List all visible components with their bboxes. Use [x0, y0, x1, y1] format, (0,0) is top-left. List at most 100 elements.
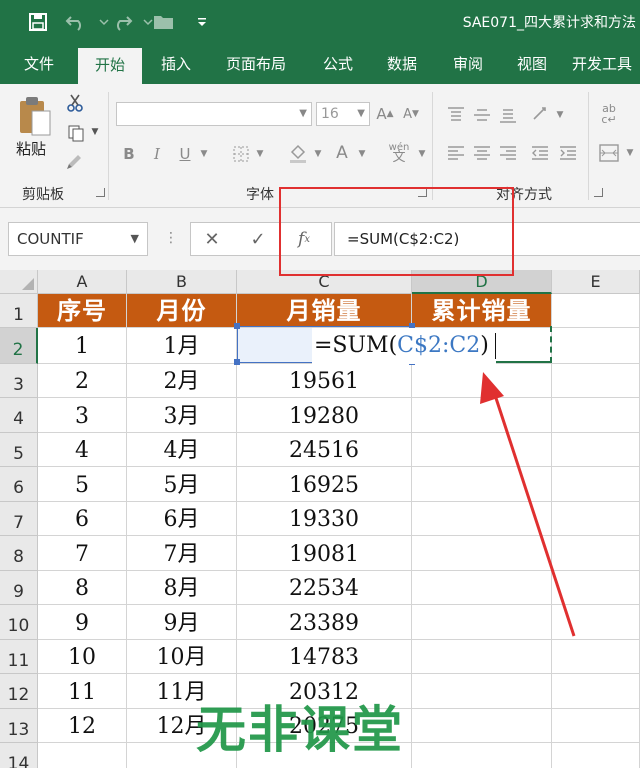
align-top-icon[interactable] [444, 104, 468, 126]
row-header-3[interactable]: 3 [0, 364, 38, 398]
column-header-e[interactable]: E [552, 270, 640, 294]
table-cell[interactable]: 6月 [127, 502, 237, 536]
save-icon[interactable] [26, 10, 50, 34]
table-cell[interactable] [412, 364, 552, 398]
table-cell[interactable] [412, 743, 552, 768]
cut-icon[interactable] [64, 92, 86, 114]
italic-icon[interactable]: I [146, 142, 168, 166]
tab-file[interactable]: 文件 [8, 44, 70, 84]
table-header-cell[interactable]: 序号 [38, 294, 127, 328]
phonetic-guide-icon[interactable]: wén 文 [384, 138, 414, 168]
row-header-14[interactable]: 14 [0, 743, 38, 768]
table-cell[interactable] [38, 743, 127, 768]
table-cell[interactable]: 11 [38, 674, 127, 709]
row-header-9[interactable]: 9 [0, 571, 38, 605]
row-header-11[interactable]: 11 [0, 640, 38, 674]
table-cell[interactable] [552, 502, 640, 536]
table-header-cell[interactable]: 月份 [127, 294, 237, 328]
align-bottom-icon[interactable] [496, 104, 520, 126]
row-header-7[interactable]: 7 [0, 502, 38, 536]
orientation-dropdown-icon[interactable]: ▼ [554, 104, 566, 126]
table-cell[interactable] [552, 328, 640, 364]
table-cell[interactable] [412, 640, 552, 674]
row-header-2[interactable]: 2 [0, 328, 38, 364]
fill-color-dropdown-icon[interactable]: ▼ [312, 142, 324, 166]
table-cell[interactable] [552, 640, 640, 674]
table-cell[interactable]: 3 [38, 398, 127, 433]
decrease-font-icon[interactable]: A ▼ [400, 102, 422, 126]
table-cell[interactable]: 19330 [237, 502, 412, 536]
row-header-1[interactable]: 1 [0, 294, 38, 328]
table-cell[interactable] [412, 571, 552, 605]
row-header-5[interactable]: 5 [0, 433, 38, 467]
table-cell[interactable] [552, 536, 640, 571]
table-cell[interactable] [412, 433, 552, 467]
customize-toolbar-icon[interactable] [190, 10, 214, 34]
table-cell[interactable]: 16925 [237, 467, 412, 502]
decrease-indent-icon[interactable] [528, 142, 552, 164]
table-cell[interactable]: 19280 [237, 398, 412, 433]
tab-developer[interactable]: 开发工具 [572, 44, 640, 84]
redo-icon[interactable] [110, 10, 134, 34]
table-header-cell[interactable]: 累计销量 [412, 294, 552, 328]
tab-data[interactable]: 数据 [374, 44, 430, 84]
align-center-icon[interactable] [470, 142, 494, 164]
row-header-8[interactable]: 8 [0, 536, 38, 571]
table-cell[interactable]: 2月 [127, 364, 237, 398]
table-cell[interactable]: 19081 [237, 536, 412, 571]
table-cell[interactable] [412, 467, 552, 502]
column-header-b[interactable]: B [127, 270, 237, 294]
table-cell[interactable] [552, 364, 640, 398]
table-cell[interactable]: 5 [38, 467, 127, 502]
table-cell[interactable]: 7 [38, 536, 127, 571]
table-cell[interactable]: 23389 [237, 605, 412, 640]
row-header-6[interactable]: 6 [0, 467, 38, 502]
table-cell[interactable] [412, 709, 552, 743]
paste-icon[interactable] [14, 94, 54, 138]
table-cell[interactable]: 4 [38, 433, 127, 467]
font-color-dropdown-icon[interactable]: ▼ [356, 142, 368, 166]
table-cell[interactable]: 8月 [127, 571, 237, 605]
cell[interactable] [552, 294, 640, 328]
table-cell[interactable]: 1月 [127, 328, 237, 364]
borders-icon[interactable] [228, 142, 254, 166]
table-cell[interactable] [552, 398, 640, 433]
font-name-combo[interactable]: ▼ [116, 102, 312, 126]
table-cell[interactable]: 24516 [237, 433, 412, 467]
row-header-10[interactable]: 10 [0, 605, 38, 640]
table-cell[interactable]: 6 [38, 502, 127, 536]
align-middle-icon[interactable] [470, 104, 494, 126]
table-cell[interactable]: 10 [38, 640, 127, 674]
bold-icon[interactable]: B [118, 142, 140, 166]
table-cell[interactable] [412, 502, 552, 536]
table-cell[interactable] [552, 433, 640, 467]
table-cell[interactable]: 22534 [237, 571, 412, 605]
increase-font-icon[interactable]: A ▲ [374, 102, 396, 126]
table-cell[interactable]: 19561 [237, 364, 412, 398]
table-cell[interactable] [552, 571, 640, 605]
merge-center-icon[interactable] [596, 140, 622, 166]
table-cell[interactable] [412, 674, 552, 709]
align-left-icon[interactable] [444, 142, 468, 164]
underline-icon[interactable]: U [174, 142, 196, 166]
underline-dropdown-icon[interactable]: ▼ [198, 142, 210, 166]
row-header-13[interactable]: 13 [0, 709, 38, 743]
table-cell[interactable]: 9 [38, 605, 127, 640]
row-header-4[interactable]: 4 [0, 398, 38, 433]
table-cell[interactable]: 9月 [127, 605, 237, 640]
enter-icon[interactable]: ✓ [238, 222, 278, 256]
in-cell-formula[interactable]: =SUM(C$2:C2) [312, 328, 496, 364]
fill-color-icon[interactable] [284, 140, 312, 166]
merge-dropdown-icon[interactable]: ▼ [624, 142, 636, 164]
table-cell[interactable]: 5月 [127, 467, 237, 502]
row-header-12[interactable]: 12 [0, 674, 38, 709]
tab-formulas[interactable]: 公式 [310, 44, 366, 84]
wrap-text-icon[interactable]: ab c↵ [596, 100, 622, 128]
format-painter-icon[interactable] [64, 150, 86, 172]
table-cell[interactable] [412, 398, 552, 433]
open-folder-icon[interactable] [152, 10, 176, 34]
table-cell[interactable]: 8 [38, 571, 127, 605]
table-cell[interactable] [552, 709, 640, 743]
name-box[interactable]: COUNTIF ▼ [8, 222, 148, 256]
undo-icon[interactable] [64, 10, 88, 34]
